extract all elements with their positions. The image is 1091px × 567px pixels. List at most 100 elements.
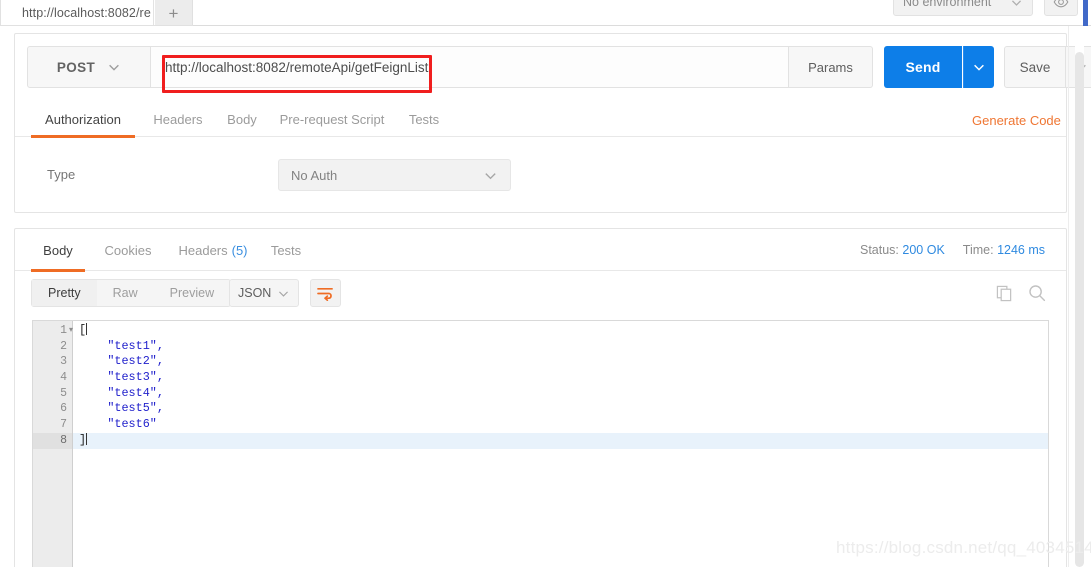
fold-arrow-icon[interactable]: ▾ bbox=[64, 323, 73, 339]
chevron-down-icon bbox=[1010, 0, 1023, 9]
response-tab-tests[interactable]: Tests bbox=[263, 229, 309, 271]
text-cursor bbox=[86, 323, 88, 335]
tab-strip-divider-right bbox=[193, 25, 1091, 26]
time-label: Time: bbox=[962, 243, 994, 257]
send-button-label: Send bbox=[905, 59, 941, 75]
editor-line: "test6" bbox=[79, 417, 157, 432]
editor-token-punctuation: [ bbox=[79, 323, 87, 337]
chevron-down-icon bbox=[277, 287, 290, 300]
new-tab-button[interactable]: + bbox=[155, 0, 193, 26]
editor-line-number: 1 ▾ bbox=[60, 323, 73, 339]
tab-pre-request-script[interactable]: Pre-request Script bbox=[273, 104, 391, 137]
window-accent-strip bbox=[1083, 0, 1088, 26]
plus-icon: + bbox=[168, 3, 179, 23]
response-tabs: Body Cookies Headers (5) Tests Status: 2… bbox=[15, 229, 1066, 272]
generate-code-link[interactable]: Generate Code bbox=[972, 104, 1061, 137]
editor-line-number: 8 bbox=[33, 432, 72, 449]
chevron-down-icon bbox=[107, 60, 121, 74]
watermark: https://blog.csdn.net/qq_40345147 bbox=[836, 538, 1091, 557]
request-tab-label: http://localhost:8082/re bbox=[22, 5, 151, 20]
tab-body[interactable]: Body bbox=[221, 104, 263, 137]
tab-headers[interactable]: Headers bbox=[147, 104, 209, 137]
status-group: Status: 200 OK bbox=[860, 243, 945, 257]
response-tab-tests-label: Tests bbox=[270, 242, 302, 258]
http-method-selector[interactable]: POST bbox=[27, 46, 151, 88]
postman-window: http://localhost:8082/re + No environmen… bbox=[0, 0, 1091, 567]
time-group: Time: 1246 ms bbox=[963, 243, 1045, 257]
view-mode-pretty-label: Pretty bbox=[48, 286, 81, 300]
request-panel: POST http://localhost:8082/remoteApi/get… bbox=[14, 33, 1091, 213]
auth-type-value: No Auth bbox=[291, 167, 338, 183]
response-tab-cookies-label: Cookies bbox=[104, 242, 152, 258]
editor-line: "test3", bbox=[79, 370, 164, 385]
authorization-pane: Type No Auth bbox=[15, 149, 1066, 209]
params-button-label: Params bbox=[808, 59, 853, 75]
response-tab-cookies[interactable]: Cookies bbox=[95, 229, 161, 271]
params-button[interactable]: Params bbox=[789, 46, 873, 88]
send-button[interactable]: Send bbox=[884, 46, 962, 88]
save-button[interactable]: Save bbox=[1004, 46, 1066, 88]
tab-strip: http://localhost:8082/re + No environmen… bbox=[0, 0, 1091, 26]
editor-token-punctuation: ] bbox=[79, 432, 87, 447]
auth-type-label: Type bbox=[47, 167, 76, 182]
editor-line-number: 5 bbox=[60, 386, 67, 400]
response-tab-body[interactable]: Body bbox=[31, 229, 85, 272]
editor-line-number: 2 bbox=[60, 339, 67, 353]
chevron-down-icon bbox=[972, 60, 986, 74]
editor-line: "test4", bbox=[79, 385, 164, 400]
environment-selector[interactable]: No environment bbox=[893, 0, 1033, 16]
response-meta: Status: 200 OK Time: 1246 ms bbox=[860, 229, 1045, 271]
send-options-button[interactable] bbox=[963, 46, 994, 88]
editor-code-area[interactable]: [ "test1", "test2", "test3", "test4", "t… bbox=[73, 321, 1048, 567]
request-tabs: Authorization Headers Body Pre-request S… bbox=[15, 104, 1066, 138]
word-wrap-button[interactable] bbox=[310, 279, 341, 307]
copy-response-button[interactable] bbox=[992, 281, 1016, 305]
view-mode-preview-label: Preview bbox=[169, 286, 215, 300]
response-headers-count: (5) bbox=[231, 242, 248, 258]
tab-body-label: Body bbox=[227, 112, 257, 127]
time-value: 1246 ms bbox=[997, 243, 1046, 257]
response-toolbar: Pretty Raw Preview JSON bbox=[15, 271, 1066, 314]
response-tab-headers[interactable]: Headers (5) bbox=[171, 229, 255, 271]
editor-line-number: 6 bbox=[60, 402, 67, 416]
view-mode-pretty[interactable]: Pretty bbox=[32, 280, 97, 306]
editor-line-number: 7 bbox=[60, 418, 67, 432]
generate-code-label: Generate Code bbox=[972, 113, 1061, 128]
scrollbar-track-line bbox=[1068, 26, 1069, 567]
editor-line: "test1", bbox=[79, 338, 164, 353]
url-bar: POST http://localhost:8082/remoteApi/get… bbox=[27, 46, 1091, 93]
save-button-label: Save bbox=[1019, 59, 1051, 75]
view-mode-raw-label: Raw bbox=[112, 286, 138, 300]
search-response-button[interactable] bbox=[1025, 281, 1049, 305]
word-wrap-icon bbox=[317, 286, 334, 301]
view-mode-toggle: Pretty Raw Preview bbox=[31, 279, 232, 307]
editor-line: ] bbox=[73, 432, 1048, 449]
status-badge: 200 OK bbox=[902, 243, 945, 257]
http-method-label: POST bbox=[56, 59, 96, 75]
view-mode-preview[interactable]: Preview bbox=[154, 280, 230, 306]
response-tab-body-label: Body bbox=[43, 242, 73, 258]
chevron-down-icon bbox=[483, 168, 498, 183]
environment-quick-look-button[interactable] bbox=[1044, 0, 1078, 16]
view-mode-raw[interactable]: Raw bbox=[97, 280, 154, 306]
vertical-scrollbar[interactable] bbox=[1075, 32, 1084, 567]
tab-tests[interactable]: Tests bbox=[403, 104, 445, 137]
request-tab[interactable]: http://localhost:8082/re bbox=[14, 0, 154, 26]
text-cursor bbox=[86, 432, 88, 445]
vertical-scrollbar-thumb[interactable] bbox=[1075, 52, 1084, 567]
editor-gutter: 1 ▾ 2 3 4 5 6 7 8 bbox=[33, 321, 73, 567]
editor-line: [ bbox=[73, 323, 1048, 339]
tab-authorization[interactable]: Authorization bbox=[31, 104, 135, 138]
tab-tests-label: Tests bbox=[408, 112, 440, 127]
auth-type-selector[interactable]: No Auth bbox=[278, 159, 511, 191]
status-label: Status: bbox=[860, 243, 899, 257]
editor-line: "test2", bbox=[79, 354, 164, 369]
response-format-selector[interactable]: JSON bbox=[229, 279, 299, 307]
response-body-editor[interactable]: 1 ▾ 2 3 4 5 6 7 8 [ "test1", "test2", "test3", "… bbox=[32, 320, 1049, 567]
url-input[interactable]: http://localhost:8082/remoteApi/getFeign… bbox=[151, 46, 789, 88]
editor-line: "test5", bbox=[79, 401, 164, 416]
response-tab-headers-label: Headers bbox=[178, 242, 228, 258]
search-icon bbox=[1028, 284, 1046, 302]
tab-authorization-label: Authorization bbox=[45, 112, 121, 127]
environment-selector-value: No environment bbox=[903, 0, 992, 9]
